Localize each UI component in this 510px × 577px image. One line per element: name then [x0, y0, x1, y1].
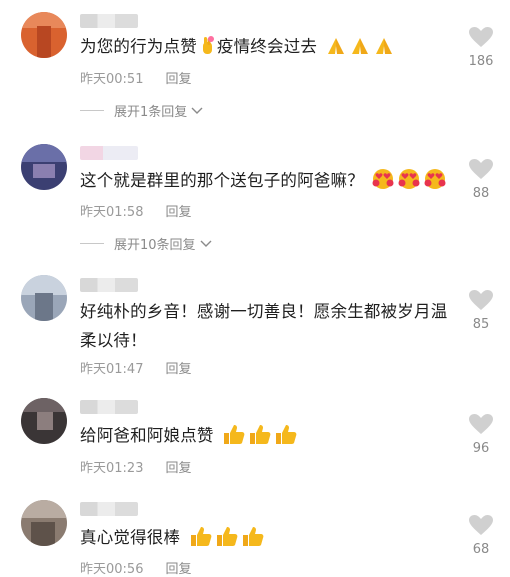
expand-replies-button[interactable]: 展开10条回复 [80, 234, 212, 253]
comment-text: 这个就是群里的那个送包子的阿爸嘛？ [80, 166, 450, 195]
avatar[interactable] [21, 12, 67, 58]
timestamp: 昨天01:47 [80, 362, 144, 377]
avatar[interactable] [21, 144, 67, 190]
like-count: 88 [472, 186, 490, 201]
reply-button[interactable]: 回复 [165, 362, 191, 377]
divider [80, 243, 104, 244]
divider [80, 110, 104, 111]
comment-meta: 昨天01:23 回复 [80, 457, 191, 476]
heart-icon [469, 159, 493, 179]
comment-text: 为您的行为点赞 疫情终会过去 [80, 32, 450, 61]
reply-button[interactable]: 回复 [165, 205, 191, 220]
heart-icon [469, 27, 493, 47]
reply-button[interactable]: 回复 [165, 72, 191, 87]
avatar[interactable] [21, 275, 67, 321]
comment-meta: 昨天00:51 回复 [80, 68, 191, 87]
chevron-down-icon [191, 107, 203, 114]
username[interactable] [80, 278, 138, 292]
like-button[interactable]: 96 [467, 413, 495, 456]
like-count: 96 [472, 441, 490, 456]
avatar[interactable] [21, 398, 67, 444]
like-count: 68 [472, 542, 490, 557]
username[interactable] [80, 146, 138, 160]
username[interactable] [80, 502, 138, 516]
comment-meta: 昨天01:47 回复 [80, 358, 191, 377]
like-button[interactable]: 88 [467, 158, 495, 201]
timestamp: 昨天01:58 [80, 205, 144, 220]
thumbs-up-emoji [180, 527, 264, 547]
like-button[interactable]: 85 [467, 289, 495, 332]
heart-icon [469, 414, 493, 434]
crossed-fingers-emoji [202, 36, 214, 54]
chevron-down-icon [200, 240, 212, 247]
comment-meta: 昨天01:58 回复 [80, 201, 191, 220]
thumbs-up-emoji [214, 425, 297, 445]
reply-button[interactable]: 回复 [165, 461, 191, 476]
like-count: 85 [472, 317, 490, 332]
heart-icon [469, 290, 493, 310]
timestamp: 昨天00:56 [80, 562, 144, 577]
username[interactable] [80, 14, 138, 28]
comment-meta: 昨天00:56 回复 [80, 558, 191, 577]
like-button[interactable]: 186 [467, 26, 495, 69]
username[interactable] [80, 400, 138, 414]
heart-icon [469, 515, 493, 535]
comment-text: 真心觉得很棒 [80, 523, 450, 552]
timestamp: 昨天01:23 [80, 461, 144, 476]
timestamp: 昨天00:51 [80, 72, 144, 87]
comment-text: 好纯朴的乡音！感谢一切善良！愿余生都被岁月温柔以待！ [80, 302, 448, 350]
reply-button[interactable]: 回复 [165, 562, 191, 577]
avatar[interactable] [21, 500, 67, 546]
comment-text: 给阿爸和阿娘点赞 [80, 421, 450, 450]
like-count: 186 [468, 54, 494, 69]
like-button[interactable]: 68 [467, 514, 495, 557]
smiling-hearts-emoji [364, 169, 447, 190]
expand-replies-button[interactable]: 展开1条回复 [80, 101, 203, 120]
folded-hands-emoji [317, 37, 394, 56]
